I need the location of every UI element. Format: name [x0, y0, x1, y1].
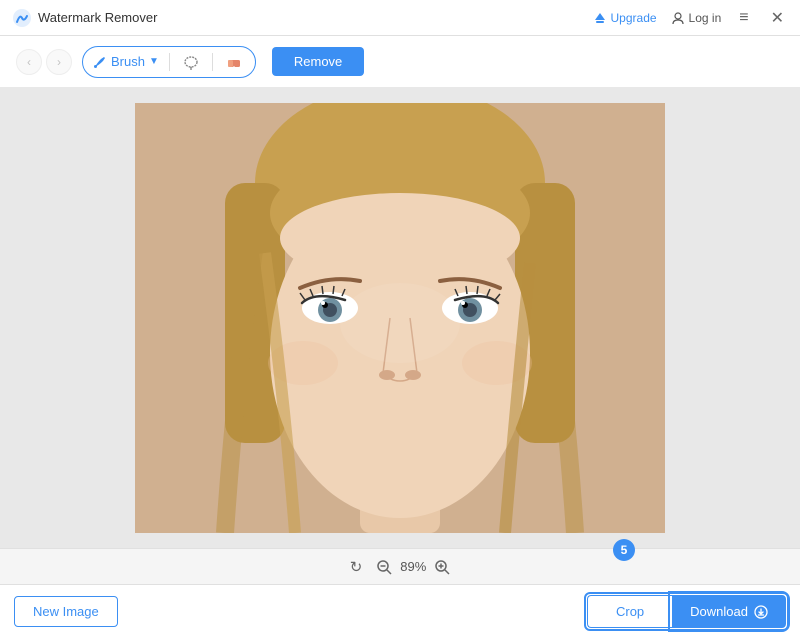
tool-divider-2: [212, 53, 213, 71]
user-icon: [671, 11, 685, 25]
zoom-in-icon: [434, 559, 450, 575]
app-title: Watermark Remover: [38, 10, 157, 25]
eraser-icon: [225, 53, 243, 71]
status-bar: ↻ 89% 5: [0, 548, 800, 584]
app-logo-icon: [12, 8, 32, 28]
toolbar-nav: ‹ ›: [16, 49, 72, 75]
zoom-in-button[interactable]: [434, 559, 450, 575]
title-left: Watermark Remover: [12, 8, 157, 28]
login-button[interactable]: Log in: [671, 11, 722, 25]
redo-button[interactable]: ›: [46, 49, 72, 75]
zoom-percent: 89%: [400, 559, 426, 574]
zoom-controls: ↻ 89%: [350, 558, 451, 576]
portrait-image: [135, 103, 665, 533]
download-group: Crop Download: [587, 595, 786, 628]
lasso-icon: [182, 53, 200, 71]
eraser-tool-button[interactable]: [223, 51, 245, 73]
remove-button[interactable]: Remove: [272, 47, 364, 76]
new-image-button[interactable]: New Image: [14, 596, 118, 627]
upgrade-icon: [593, 11, 607, 25]
brush-icon: [93, 55, 107, 69]
zoom-out-button[interactable]: [376, 559, 392, 575]
brush-label: Brush ▼: [93, 54, 159, 69]
tool-group: Brush ▼: [82, 46, 256, 78]
toolbar: ‹ › Brush ▼ Remove: [0, 36, 800, 88]
rotate-button[interactable]: ↻: [350, 558, 363, 576]
title-bar: Watermark Remover Upgrade Log in ≡ ✕: [0, 0, 800, 36]
undo-button[interactable]: ‹: [16, 49, 42, 75]
upgrade-button[interactable]: Upgrade: [593, 11, 657, 25]
close-button[interactable]: ✕: [767, 6, 788, 30]
crop-button[interactable]: Crop: [587, 595, 672, 628]
lasso-tool-button[interactable]: [180, 51, 202, 73]
badge-number: 5: [613, 539, 635, 561]
main-canvas-area: [0, 88, 800, 548]
menu-button[interactable]: ≡: [735, 7, 752, 29]
zoom-out-icon: [376, 559, 392, 575]
bottom-bar: New Image Crop Download: [0, 584, 800, 638]
tool-divider: [169, 53, 170, 71]
download-icon: [754, 605, 768, 619]
download-button[interactable]: Download: [672, 595, 786, 628]
image-container: [135, 103, 665, 533]
title-right: Upgrade Log in ≡ ✕: [593, 6, 788, 30]
